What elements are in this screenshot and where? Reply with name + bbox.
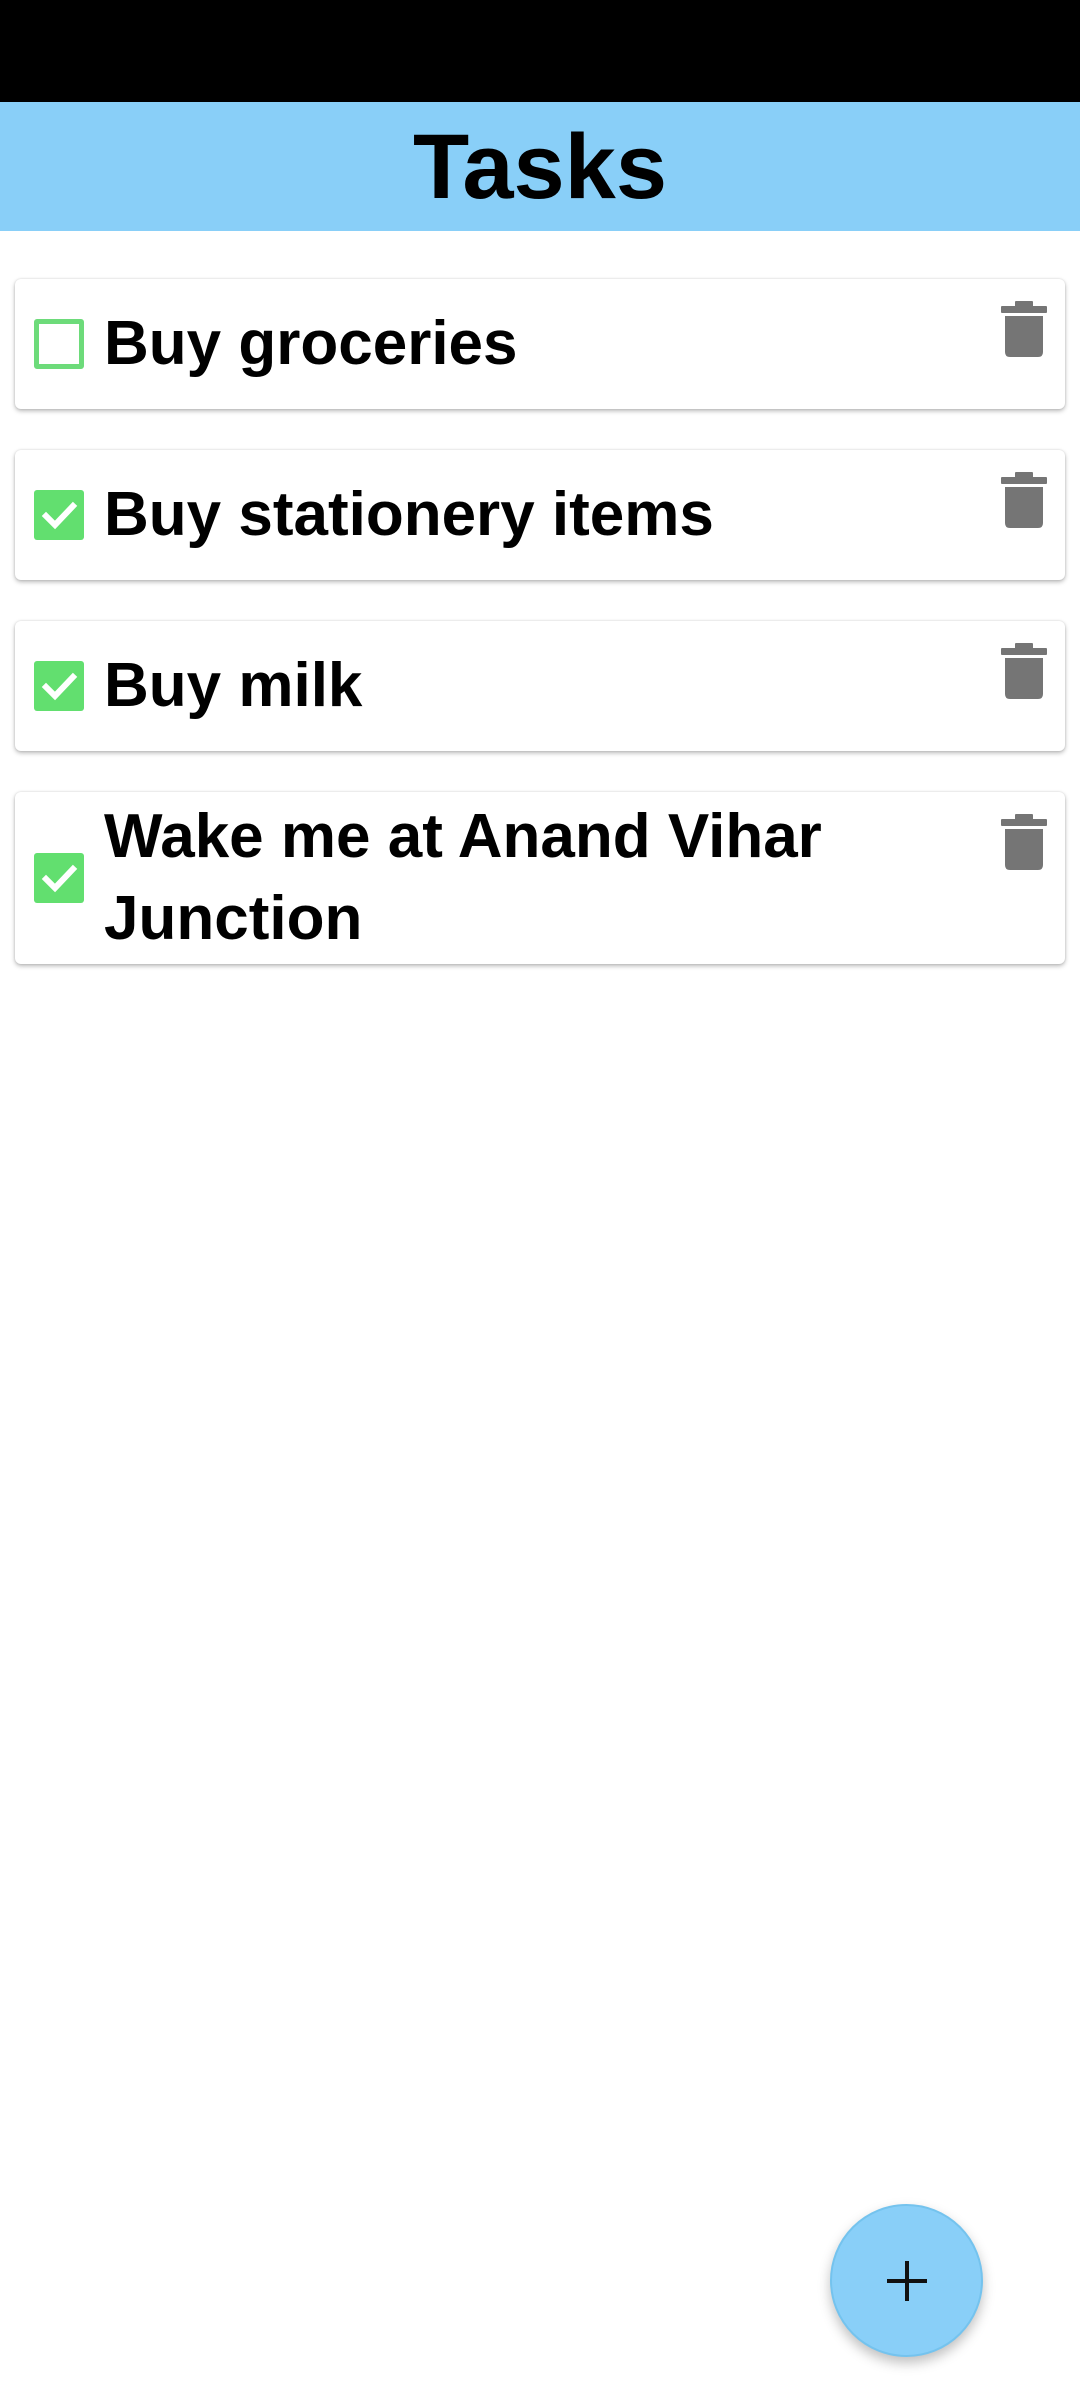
checkbox-checked-icon[interactable] (34, 661, 84, 711)
app-bar: Tasks (0, 102, 1080, 231)
task-label: Buy groceries (104, 309, 518, 378)
trash-icon[interactable] (1001, 643, 1047, 699)
task-item[interactable]: Buy milk (15, 621, 1065, 751)
task-item[interactable]: Wake me at Anand Vihar Junction (15, 792, 1065, 964)
page-title: Tasks (412, 115, 668, 218)
trash-icon[interactable] (1001, 814, 1047, 870)
task-label: Buy milk (104, 651, 363, 720)
task-label: Buy stationery items (104, 480, 714, 549)
checkbox-checked-icon[interactable] (34, 853, 84, 903)
task-item[interactable]: Buy stationery items (15, 450, 1065, 580)
task-label: Wake me at Anand Vihar Junction (104, 802, 822, 953)
task-item[interactable]: Buy groceries (15, 279, 1065, 409)
plus-icon (886, 2260, 927, 2301)
add-task-button[interactable] (830, 2204, 983, 2357)
status-bar (0, 0, 1080, 102)
task-list: Buy groceries Buy stationery items Buy m… (15, 279, 1065, 1005)
trash-icon[interactable] (1001, 472, 1047, 528)
checkbox-checked-icon[interactable] (34, 490, 84, 540)
checkbox-unchecked-icon[interactable] (34, 319, 84, 369)
trash-icon[interactable] (1001, 301, 1047, 357)
